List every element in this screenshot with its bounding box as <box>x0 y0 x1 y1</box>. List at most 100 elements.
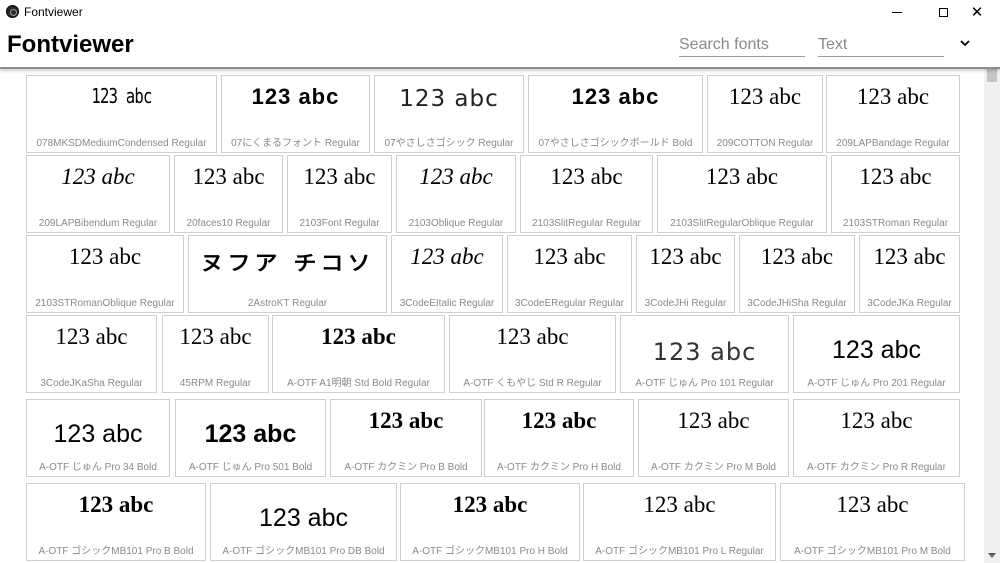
font-card[interactable]: 123 abc 2103SlitRegular Regular <box>520 155 653 233</box>
font-card[interactable]: 123 abc A-OTF カクミン Pro H Bold <box>484 399 634 477</box>
font-sample-text: 123 abc <box>179 324 252 349</box>
font-name-label: 078MKSDMediumCondensed Regular <box>36 138 207 149</box>
font-card[interactable]: 123 abc 209LAPBibendum Regular <box>26 155 170 233</box>
font-sample-text: 123 abc <box>368 408 444 433</box>
font-name-label: A-OTF ゴシックMB101 Pro DB Bold <box>222 546 385 557</box>
font-card[interactable]: 123 abc 3CodeERegular Regular <box>507 235 632 313</box>
font-name-label: 209COTTON Regular <box>716 138 814 149</box>
font-card[interactable]: 123 abc A-OTF カクミン Pro M Bold <box>638 399 789 477</box>
font-sample-text: 123 abc <box>78 492 154 517</box>
font-row: 123 abc 209LAPBibendum Regular 123 abc 20fa… <box>26 155 984 233</box>
font-name-label: A-OTF ゴシックMB101 Pro L Regular <box>595 546 764 557</box>
font-name-label: 209LAPBandage Regular <box>836 138 950 149</box>
font-name-label: 2103SlitRegularOblique Regular <box>670 218 814 229</box>
font-sample-text: 123 abc <box>571 84 660 109</box>
font-sample-text: 123 abc <box>91 84 152 108</box>
font-name-label: A-OTF じゅん Pro 201 Regular <box>807 378 946 389</box>
font-card[interactable]: 123 abc A-OTF カクミン Pro R Regular <box>793 399 960 477</box>
font-sample-text: 123 abc <box>705 164 779 189</box>
font-card[interactable]: 123 abc A-OTF ゴシックMB101 Pro M Bold <box>780 483 965 561</box>
font-sample-text: 123 abc <box>859 164 932 189</box>
font-card[interactable]: 123 abc 07やさしさゴシックボールド Bold <box>528 75 703 153</box>
font-card[interactable]: 123 abc 3CodeJHiSha Regular <box>739 235 855 313</box>
maximize-icon <box>938 7 948 17</box>
font-card[interactable]: 123 abc 07やさしさゴシック Regular <box>374 75 524 153</box>
font-card[interactable]: 123 abc A-OTF ゴシックMB101 Pro B Bold <box>26 483 206 561</box>
font-card[interactable]: 123 abc 078MKSDMediumCondensed Regular <box>26 75 217 153</box>
font-card[interactable]: 123 abc A-OTF A1明朝 Std Bold Regular <box>272 315 445 393</box>
font-name-label: A-OTF ゴシックMB101 Pro B Bold <box>38 546 194 557</box>
font-card[interactable]: 123 abc 20faces10 Regular <box>174 155 283 233</box>
font-card[interactable]: 123 abc A-OTF ゴシックMB101 Pro L Regular <box>583 483 776 561</box>
font-sample-text: 123 abc <box>873 244 946 269</box>
font-card[interactable]: 123 abc 2103Oblique Regular <box>396 155 516 233</box>
font-name-label: 45RPM Regular <box>179 378 252 389</box>
font-name-label: A-OTF じゅん Pro 34 Bold <box>39 462 157 473</box>
font-grid: 123 abc 078MKSDMediumCondensed Regular 123… <box>0 70 984 563</box>
font-sample-text: 123 abc <box>836 492 909 517</box>
font-sample-text: 123 abc <box>856 84 930 109</box>
minimize-icon <box>892 11 902 13</box>
font-card[interactable]: 123 abc 2103STRomanOblique Regular <box>26 235 184 313</box>
font-sample-text: 123 abc <box>68 244 142 269</box>
font-card[interactable]: 123 abc 07にくまるフォント Regular <box>221 75 370 153</box>
close-button[interactable]: ✕ <box>954 0 1000 24</box>
scroll-down-icon <box>988 552 996 558</box>
font-name-label: 07やさしさゴシックボールド Bold <box>538 138 693 149</box>
window-title-bar: Fontviewer ✕ <box>0 0 1000 24</box>
font-sample-text: 123 abc <box>649 244 722 269</box>
font-card[interactable]: 123 abc A-OTF じゅん Pro 101 Regular <box>620 315 789 393</box>
font-name-label: 07にくまるフォント Regular <box>231 138 360 149</box>
font-card[interactable]: 123 abc A-OTF くもやじ Std R Regular <box>449 315 616 393</box>
font-name-label: A-OTF カクミン Pro B Bold <box>344 462 468 473</box>
font-name-label: 07やさしさゴシック Regular <box>384 138 514 149</box>
font-sample-text: 123 abc <box>550 164 623 189</box>
scroll-down-button[interactable] <box>984 549 1000 561</box>
font-name-label: 2103STRomanOblique Regular <box>35 298 175 309</box>
font-name-label: A-OTF A1明朝 Std Bold Regular <box>287 378 430 389</box>
font-card[interactable]: 123 abc 2103SlitRegularOblique Regular <box>657 155 827 233</box>
font-card[interactable]: 123 abc A-OTF ゴシックMB101 Pro DB Bold <box>210 483 397 561</box>
font-card[interactable]: ヌフア チコソ 2AstroKT Regular <box>188 235 387 313</box>
font-name-label: 2103SlitRegular Regular <box>532 218 641 229</box>
font-sample-text: 123 abc <box>832 336 921 364</box>
font-card[interactable]: 123 abc 45RPM Regular <box>162 315 269 393</box>
font-sample-text: 123 abc <box>728 84 802 109</box>
sample-text-input[interactable] <box>818 33 944 57</box>
font-sample-text: 123 abc <box>303 164 376 189</box>
font-card[interactable]: 123 abc 2103Font Regular <box>287 155 392 233</box>
scrollbar[interactable] <box>984 36 1000 563</box>
font-card[interactable]: 123 abc 3CodeJHi Regular <box>636 235 735 313</box>
font-card[interactable]: 123 abc 209LAPBandage Regular <box>826 75 960 153</box>
minimize-button[interactable] <box>874 0 920 24</box>
font-sample-text: 123 abc <box>61 164 135 189</box>
font-card[interactable]: 123 abc 3CodeJKa Regular <box>859 235 960 313</box>
font-card[interactable]: 123 abc A-OTF じゅん Pro 501 Bold <box>175 399 326 477</box>
font-row: 123 abc 2103STRomanOblique Regular ヌフア チコソ… <box>26 235 984 313</box>
window-title: Fontviewer <box>24 5 83 19</box>
font-sample-text: 123 abc <box>643 492 716 517</box>
font-sample-text: 123 abc <box>410 244 484 269</box>
font-row: 123 abc A-OTF じゅん Pro 34 Bold 123 abc A-OTF… <box>26 399 984 477</box>
font-card[interactable]: 123 abc A-OTF カクミン Pro B Bold <box>330 399 482 477</box>
font-sample-text: 123 abc <box>840 408 913 433</box>
font-card[interactable]: 123 abc A-OTF じゅん Pro 34 Bold <box>26 399 170 477</box>
font-card[interactable]: 123 abc 209COTTON Regular <box>707 75 823 153</box>
search-input[interactable] <box>679 33 805 57</box>
app-header: Fontviewer <box>0 24 1000 69</box>
font-card[interactable]: 123 abc A-OTF じゅん Pro 201 Regular <box>793 315 960 393</box>
font-card[interactable]: 123 abc 3CodeEItalic Regular <box>391 235 503 313</box>
font-name-label: 20faces10 Regular <box>186 218 271 229</box>
font-name-label: A-OTF カクミン Pro M Bold <box>650 462 776 473</box>
font-card[interactable]: 123 abc 2103STRoman Regular <box>831 155 960 233</box>
font-card[interactable]: 123 abc 3CodeJKaSha Regular <box>26 315 157 393</box>
chevron-down-icon[interactable] <box>958 36 972 50</box>
font-name-label: 3CodeEItalic Regular <box>399 298 495 309</box>
font-name-label: 2103Oblique Regular <box>408 218 504 229</box>
font-sample-text: 123 abc <box>521 408 597 433</box>
font-name-label: A-OTF じゅん Pro 101 Regular <box>635 378 774 389</box>
font-card[interactable]: 123 abc A-OTF ゴシックMB101 Pro H Bold <box>400 483 580 561</box>
font-name-label: A-OTF カクミン Pro R Regular <box>807 462 946 473</box>
font-name-label: 3CodeERegular Regular <box>515 298 624 309</box>
font-row: 123 abc 3CodeJKaSha Regular 123 abc 45RPM R… <box>26 315 984 393</box>
